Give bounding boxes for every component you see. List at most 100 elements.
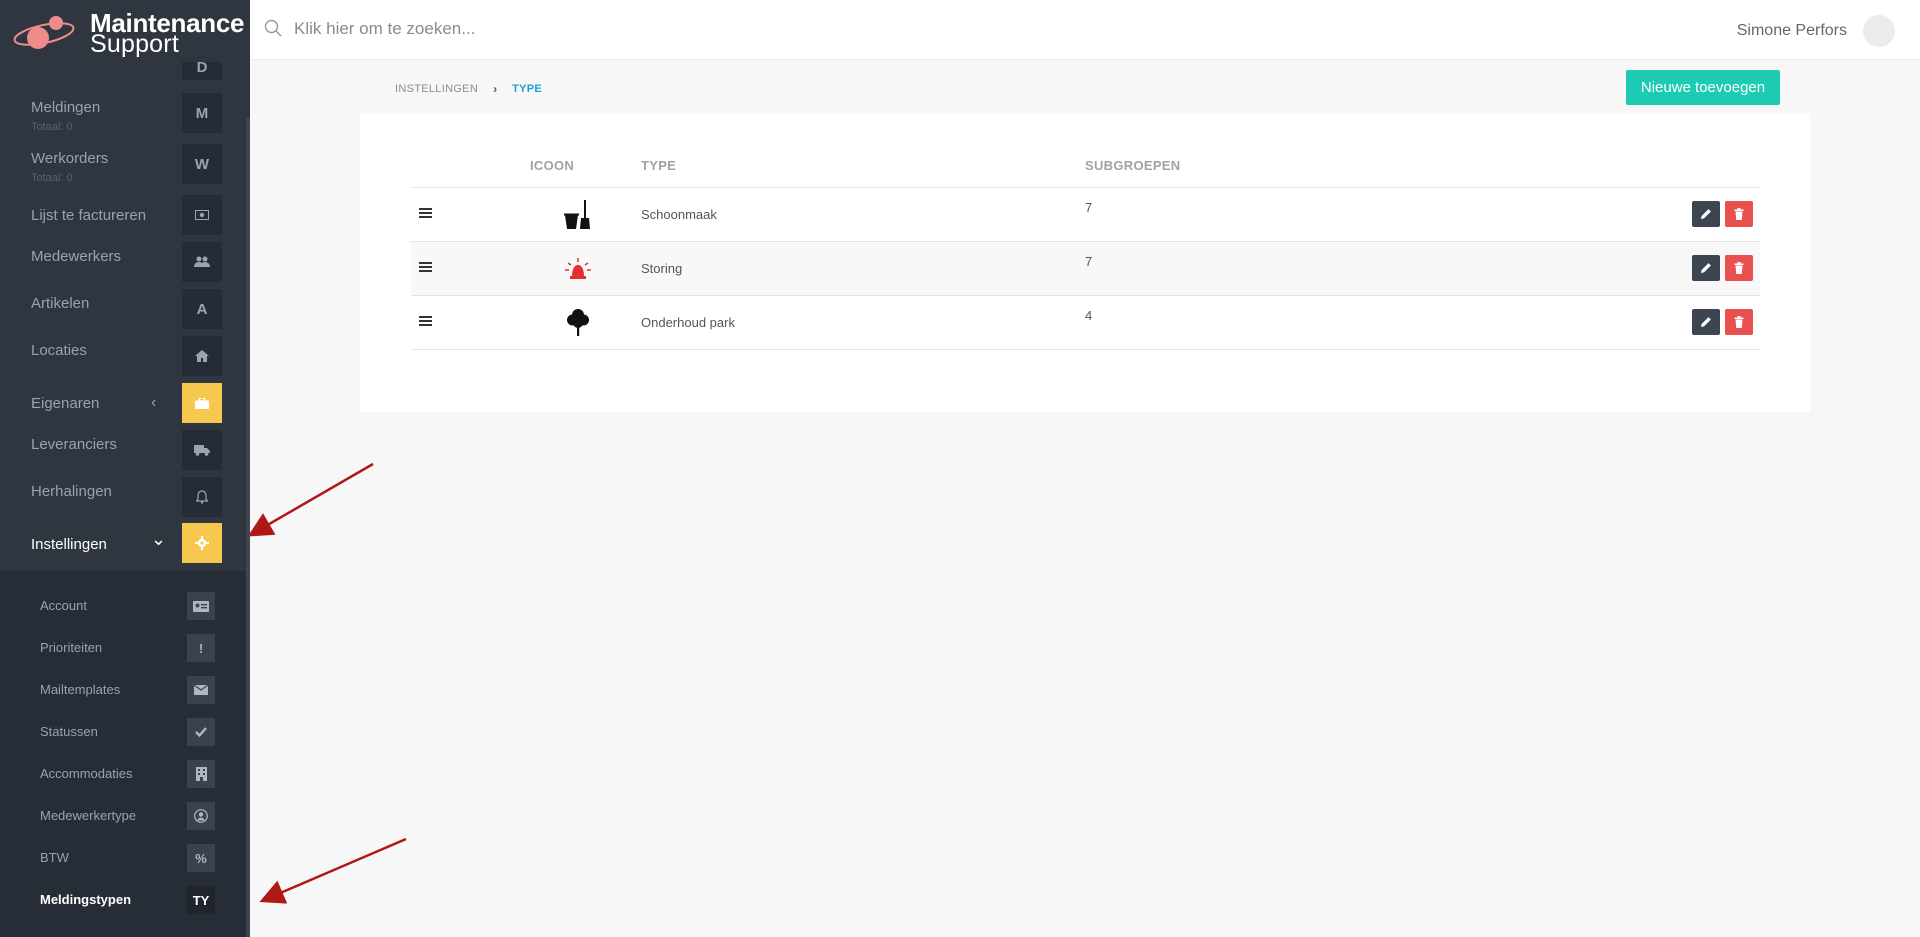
- sidebar-item-label: Lijst te factureren: [31, 207, 147, 224]
- content-card: ICOON TYPE SUBGROEPEN Schoonmaak 7 Stori…: [360, 114, 1810, 412]
- trash-icon: [1734, 208, 1744, 220]
- sidebar-item-locaties[interactable]: Locaties: [0, 336, 246, 380]
- sidebar: D Maintenance Support Meldingen Totaal: …: [0, 0, 250, 937]
- submenu-item-label: Account: [40, 598, 87, 613]
- annotation-arrow-icon: [259, 837, 407, 904]
- tree-icon: [567, 309, 589, 336]
- icon-cell: [530, 295, 641, 350]
- type-cell: Schoonmaak: [641, 187, 1085, 242]
- drag-cell: [411, 187, 530, 242]
- submenu-item-label: BTW: [40, 850, 69, 865]
- submenu-item-medewerkertype[interactable]: Medewerkertype: [0, 796, 246, 836]
- drag-handle-icon[interactable]: [419, 206, 432, 220]
- letter-a-icon: A: [182, 289, 222, 329]
- avatar[interactable]: [1863, 15, 1895, 47]
- ty-icon: TY: [187, 886, 215, 914]
- chevron-left-icon: ‹: [151, 394, 157, 411]
- sidebar-item-label: Eigenaren: [31, 395, 100, 412]
- sidebar-item-count: Totaal: 0: [31, 172, 73, 184]
- submenu-item-statussen[interactable]: Statussen: [0, 712, 246, 752]
- bell-icon: [182, 477, 222, 517]
- app-logo[interactable]: Maintenance Support: [0, 0, 250, 62]
- submenu-item-label: Mailtemplates: [40, 682, 121, 697]
- icon-cell: [530, 187, 641, 242]
- money-icon: [182, 195, 222, 235]
- trash-icon: [1734, 262, 1744, 274]
- submenu-item-label: Accommodaties: [40, 766, 133, 781]
- table-row: Storing 7: [411, 241, 1760, 296]
- brand-subname: Support: [90, 30, 179, 58]
- user-circle-icon: [187, 802, 215, 830]
- submenu-item-label: Statussen: [40, 724, 98, 739]
- header-type: TYPE: [641, 144, 1085, 188]
- submenu-item-label: Medewerkertype: [40, 808, 137, 823]
- alarm-light-icon: [565, 258, 591, 279]
- header-icon: ICOON: [530, 144, 641, 188]
- search-icon: [264, 19, 282, 37]
- sidebar-item-instellingen[interactable]: Instellingen ⌄: [0, 523, 246, 567]
- sidebar-item-eigenaren[interactable]: Eigenaren ‹: [0, 383, 246, 427]
- header-actions: [1467, 144, 1760, 188]
- breadcrumb-parent[interactable]: INSTELLINGEN: [395, 83, 478, 95]
- percent-icon: %: [187, 844, 215, 872]
- types-table: ICOON TYPE SUBGROEPEN Schoonmaak 7 Stori…: [411, 144, 1760, 350]
- submenu-item-prioriteiten[interactable]: Prioriteiten !: [0, 628, 246, 668]
- sidebar-item-label: Locaties: [31, 342, 87, 359]
- sidebar-item-meldingen[interactable]: Meldingen Totaal: 0 M: [0, 93, 246, 137]
- sidebar-item-lijst-te-factureren[interactable]: Lijst te factureren: [0, 195, 246, 239]
- sidebar-item-medewerkers[interactable]: Medewerkers: [0, 242, 246, 286]
- breadcrumb-current: TYPE: [512, 83, 543, 95]
- sidebar-item-artikelen[interactable]: Artikelen A: [0, 289, 246, 333]
- exclamation-icon: !: [187, 634, 215, 662]
- sidebar-item-label: Meldingen: [31, 99, 101, 116]
- chevron-down-icon: ⌄: [151, 529, 167, 549]
- delete-button[interactable]: [1725, 255, 1753, 281]
- type-cell: Onderhoud park: [641, 295, 1085, 350]
- submenu-item-btw[interactable]: BTW %: [0, 838, 246, 878]
- subgroups-cell: 7: [1085, 187, 1468, 242]
- annotation-arrow-icon: [247, 462, 374, 537]
- trash-icon: [1734, 316, 1744, 328]
- logo-mark-icon: [13, 16, 75, 49]
- search-input[interactable]: [294, 14, 894, 44]
- subgroups-cell: 7: [1085, 241, 1468, 296]
- subgroups-cell: 4: [1085, 295, 1468, 350]
- sidebar-item-label: Artikelen: [31, 295, 90, 312]
- delete-button[interactable]: [1725, 309, 1753, 335]
- gear-icon: [182, 523, 222, 563]
- sidebar-item-werkorders[interactable]: Werkorders Totaal: 0 W: [0, 144, 246, 188]
- drag-cell: [411, 295, 530, 350]
- id-card-icon: [187, 592, 215, 620]
- submenu-item-label: Prioriteiten: [40, 640, 103, 655]
- actions-cell: [1467, 295, 1760, 350]
- sidebar-item-herhalingen[interactable]: Herhalingen: [0, 477, 246, 521]
- sidebar-item-label: Leveranciers: [31, 436, 117, 453]
- check-icon: [187, 718, 215, 746]
- drag-handle-icon[interactable]: [419, 260, 432, 274]
- truck-icon: [182, 430, 222, 470]
- type-cell: Storing: [641, 241, 1085, 296]
- icon-cell: [530, 241, 641, 296]
- user-name[interactable]: Simone Perfors: [1737, 22, 1847, 40]
- sidebar-item-label: Werkorders: [31, 150, 109, 167]
- home-icon: [182, 336, 222, 376]
- delete-button[interactable]: [1725, 201, 1753, 227]
- submenu-item-mailtemplates[interactable]: Mailtemplates: [0, 670, 246, 710]
- top-bar: Simone Perfors: [250, 0, 1920, 60]
- edit-button[interactable]: [1692, 309, 1720, 335]
- table-header-row: ICOON TYPE SUBGROEPEN: [411, 144, 1760, 188]
- pencil-icon: [1701, 209, 1711, 219]
- edit-button[interactable]: [1692, 201, 1720, 227]
- drag-cell: [411, 241, 530, 296]
- settings-submenu: Account Prioriteiten ! Mailtemplates Sta…: [0, 571, 246, 937]
- add-new-button[interactable]: Nieuwe toevoegen: [1626, 70, 1780, 105]
- submenu-item-meldingstypen[interactable]: Meldingstypen TY: [0, 880, 246, 920]
- letter-m-icon: M: [182, 93, 222, 133]
- sidebar-item-leveranciers[interactable]: Leveranciers: [0, 430, 246, 474]
- submenu-item-accommodaties[interactable]: Accommodaties: [0, 754, 246, 794]
- submenu-item-account[interactable]: Account: [0, 586, 246, 626]
- header-drag: [411, 144, 530, 188]
- drag-handle-icon[interactable]: [419, 314, 432, 328]
- broom-bucket-icon: [564, 200, 590, 229]
- edit-button[interactable]: [1692, 255, 1720, 281]
